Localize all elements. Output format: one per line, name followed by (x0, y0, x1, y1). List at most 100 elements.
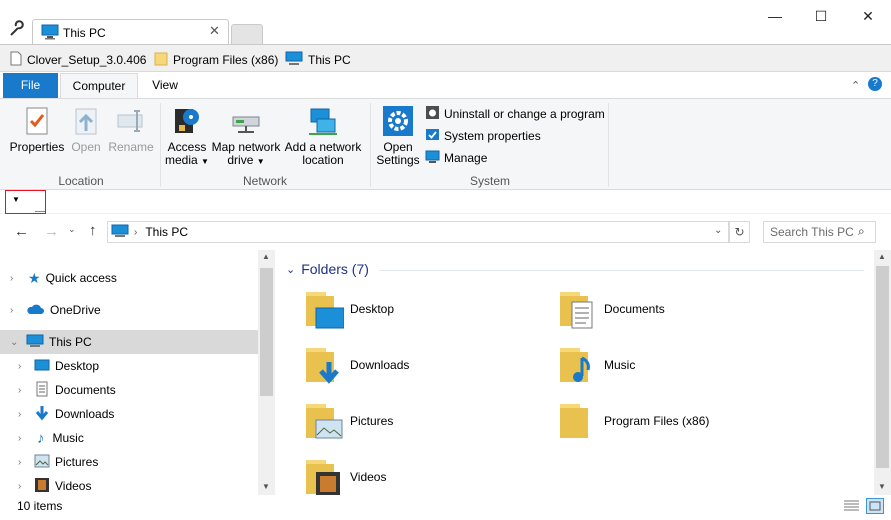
tab-view[interactable]: View (140, 73, 190, 98)
tab-file[interactable]: File (3, 73, 58, 98)
expand-chevron-icon[interactable]: › (18, 385, 28, 396)
videos-folder-icon (304, 456, 344, 498)
nav-item-quick-access[interactable]: › ★ Quick access (0, 266, 258, 290)
minimize-button[interactable]: — (752, 2, 798, 30)
help-icon[interactable]: ? (868, 77, 882, 91)
details-view-icon[interactable] (843, 499, 860, 513)
videos-icon (34, 477, 50, 496)
add-network-location-button[interactable]: Add a network location (284, 105, 362, 167)
tab-close-icon[interactable]: ✕ (209, 23, 220, 39)
collapse-chevron-icon[interactable]: ⌄ (10, 337, 20, 348)
nav-item-desktop[interactable]: › Desktop (0, 354, 258, 378)
folder-music[interactable]: Music (558, 344, 635, 386)
folder-label: Desktop (350, 302, 395, 316)
expand-chevron-icon[interactable]: › (18, 457, 28, 468)
folder-videos[interactable]: Videos (304, 456, 386, 498)
tab-label: This PC (63, 26, 106, 40)
refresh-icon[interactable]: ↻ (729, 221, 750, 243)
cloud-icon (26, 303, 44, 318)
ribbon-collapse-icon[interactable]: ⌃ (851, 79, 860, 92)
maximize-button[interactable]: ☐ (798, 2, 844, 30)
folder-label: Documents (604, 302, 665, 316)
scrollbar-thumb[interactable] (260, 268, 273, 396)
item-count: 10 items (17, 499, 63, 513)
up-arrow-icon[interactable]: ↑ (89, 222, 97, 239)
dropdown-arrow-icon: ▼ (201, 157, 209, 166)
group-item-label: Clover_Setup_3.0.406 (27, 53, 147, 67)
nav-label: OneDrive (50, 303, 101, 317)
large-icons-view-icon[interactable] (866, 498, 884, 514)
folder-desktop[interactable]: Desktop (304, 288, 394, 330)
address-dropdown-icon[interactable]: ⌄ (714, 225, 722, 236)
scroll-down-icon[interactable]: ▼ (262, 482, 270, 491)
folder-documents[interactable]: Documents (558, 288, 665, 330)
breadcrumb-this-pc[interactable]: This PC (145, 225, 188, 239)
scrollbar-thumb[interactable] (876, 266, 889, 468)
collapse-chevron-icon[interactable]: ⌄ (286, 263, 295, 276)
nav-scrollbar[interactable]: ▲ ▼ (258, 250, 275, 495)
scroll-up-icon[interactable]: ▲ (878, 252, 886, 261)
folders-group-header[interactable]: ⌄ Folders (7) (286, 261, 369, 277)
group-item-this-pc[interactable]: This PC (285, 51, 351, 69)
folder-pictures[interactable]: Pictures (304, 400, 393, 442)
content-scrollbar[interactable]: ▲ ▼ (874, 250, 891, 495)
nav-item-this-pc[interactable]: ⌄ This PC (0, 330, 258, 354)
qat-customize-button[interactable]: ▼ (5, 190, 46, 214)
scroll-up-icon[interactable]: ▲ (262, 252, 270, 261)
rename-button[interactable]: Rename (108, 105, 154, 154)
expand-chevron-icon[interactable]: › (10, 305, 20, 316)
manage-label: Manage (444, 151, 488, 165)
access-media-button[interactable]: Access media ▼ (165, 105, 209, 168)
manage-button[interactable]: Manage (425, 149, 487, 167)
open-button[interactable]: Open (68, 105, 104, 154)
expand-chevron-icon[interactable]: › (10, 273, 20, 284)
ribbon-tabs: File Computer View ⌃ ? (0, 73, 891, 98)
nav-label: Quick access (45, 271, 117, 285)
search-placeholder: Search This PC (770, 225, 854, 239)
expand-chevron-icon[interactable]: › (18, 433, 28, 444)
computer-icon (111, 224, 129, 241)
tab-this-pc[interactable]: This PC ✕ (32, 19, 229, 44)
open-label: Open (71, 140, 101, 154)
search-icon[interactable]: ⌕ (858, 224, 865, 239)
nav-item-documents[interactable]: › Documents (0, 378, 258, 402)
scroll-down-icon[interactable]: ▼ (878, 482, 886, 491)
group-item-clover[interactable]: Clover_Setup_3.0.406 (10, 51, 146, 69)
expand-chevron-icon[interactable]: › (18, 361, 28, 372)
open-settings-button[interactable]: Open Settings (375, 105, 421, 167)
location-group-label: Location (58, 174, 104, 188)
desktop-icon (34, 358, 50, 375)
map-network-drive-button[interactable]: Map network drive ▼ (210, 105, 282, 168)
expand-chevron-icon[interactable]: › (18, 409, 28, 420)
new-tab-button[interactable] (231, 24, 263, 44)
address-bar[interactable]: › This PC ⌄ (107, 221, 729, 243)
properties-button[interactable]: Properties (8, 105, 66, 154)
properties-label: Properties (9, 140, 65, 154)
forward-arrow-icon[interactable]: → (44, 223, 59, 240)
rename-icon (115, 105, 147, 137)
nav-label: Documents (55, 383, 116, 397)
nav-item-pictures[interactable]: › Pictures (0, 450, 258, 474)
folder-icon (558, 400, 598, 442)
close-button[interactable]: ✕ (845, 2, 891, 30)
quick-access-toolbar: ▼ (0, 190, 891, 214)
settings-wrench-icon[interactable] (8, 20, 26, 38)
nav-item-downloads[interactable]: › Downloads (0, 402, 258, 426)
expand-chevron-icon[interactable]: › (18, 481, 28, 492)
search-input[interactable]: Search This PC ⌕ (763, 221, 876, 243)
nav-item-onedrive[interactable]: › OneDrive (0, 298, 258, 322)
folder-downloads[interactable]: Downloads (304, 344, 409, 386)
group-item-label: Program Files (x86) (173, 53, 279, 67)
system-properties-button[interactable]: System properties (425, 127, 541, 145)
access-media-label-2: media (165, 153, 198, 167)
uninstall-program-button[interactable]: Uninstall or change a program (425, 105, 605, 123)
nav-item-music[interactable]: › ♪ Music (0, 426, 258, 450)
settings-gear-icon (382, 105, 414, 137)
tab-computer[interactable]: Computer (60, 73, 138, 98)
back-arrow-icon[interactable]: ← (14, 223, 29, 240)
group-header-label: Folders (7) (301, 261, 369, 277)
recent-locations-icon[interactable]: ⌄ (68, 224, 76, 235)
group-item-program-files[interactable]: Program Files (x86) (154, 51, 278, 69)
breadcrumb-chevron-icon[interactable]: › (134, 227, 137, 238)
folder-program-files[interactable]: Program Files (x86) (558, 400, 709, 442)
